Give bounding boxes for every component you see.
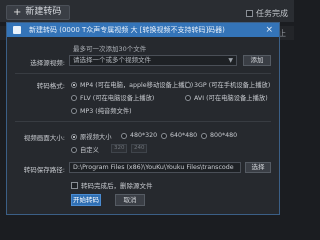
radio-icon <box>161 132 167 139</box>
task-complete-label: 任务完成 <box>256 9 288 18</box>
source-video-placeholder: 请选择一个或多个视频文件 <box>73 56 151 64</box>
add-button[interactable]: 添加 <box>243 55 271 66</box>
format-option-label: FLV (可在电脑设备上播放) <box>80 95 155 102</box>
start-transcode-button[interactable]: 开始转码 <box>71 194 101 206</box>
dialog-close-icon[interactable]: × <box>265 23 273 37</box>
format-option-label: AVI (可在电脑设备上播放) <box>194 95 268 102</box>
dialog-title: 新建转码 (0000 T众声专属视频 大 [转换视频不支持转码]码器) <box>29 26 225 34</box>
size-option-original[interactable]: 原视频大小 <box>71 132 111 141</box>
radio-icon <box>71 146 77 153</box>
radio-icon <box>201 132 207 139</box>
radio-icon <box>71 94 77 101</box>
format-option-label: MP3 (纯音频文件) <box>80 108 132 115</box>
format-option-mp4[interactable]: MP4 (可在电脑，apple移动设备上播放) <box>71 80 193 89</box>
format-option-flv[interactable]: FLV (可在电脑设备上播放) <box>71 93 154 102</box>
custom-height-input[interactable]: 240 <box>131 144 147 153</box>
source-video-select[interactable]: 请选择一个或多个视频文件 ▼ <box>69 55 237 66</box>
size-option-640x480[interactable]: 640*480 <box>161 132 197 139</box>
divider <box>15 73 271 74</box>
radio-icon <box>71 133 77 140</box>
browse-button[interactable]: 选择 <box>245 162 271 173</box>
format-option-mp3[interactable]: MP3 (纯音频文件) <box>71 106 132 115</box>
size-option-480x320[interactable]: 480*320 <box>121 132 157 139</box>
size-option-label: 640*480 <box>170 132 198 139</box>
radio-icon <box>71 107 77 114</box>
size-option-800x480[interactable]: 800*480 <box>201 132 237 139</box>
format-option-label: MP4 (可在电脑，apple移动设备上播放) <box>80 82 194 89</box>
new-transcode-label: 新建转码 <box>25 7 62 17</box>
format-option-avi[interactable]: AVI (可在电脑设备上播放) <box>185 93 268 102</box>
radio-icon <box>185 94 191 101</box>
size-option-label: 原视频大小 <box>80 134 112 141</box>
dialog-titlebar[interactable]: 新建转码 (0000 T众声专属视频 大 [转换视频不支持转码]码器) × <box>7 23 279 37</box>
select-video-label: 选择源视频: <box>30 59 65 67</box>
new-transcode-dialog: 新建转码 (0000 T众声专属视频 大 [转换视频不支持转码]码器) × 最多… <box>6 22 280 215</box>
plus-icon: + <box>13 7 22 18</box>
radio-icon <box>121 132 127 139</box>
new-transcode-button[interactable]: + 新建转码 <box>6 5 71 20</box>
format-label: 转码格式: <box>36 82 65 90</box>
radio-icon <box>71 81 77 88</box>
chevron-down-icon: ▼ <box>228 57 233 64</box>
max-files-hint: 最多可一次添加30个文件 <box>73 45 147 53</box>
size-option-label: 480*320 <box>130 132 158 139</box>
size-option-label: 自定义 <box>80 147 99 154</box>
delete-after-label: 转码完成后，删除源文件 <box>81 182 153 190</box>
app-logo-icon <box>13 26 21 34</box>
custom-width-input[interactable]: 320 <box>111 144 127 153</box>
radio-icon <box>185 81 191 88</box>
format-option-3gp[interactable]: 3GP (可在手机设备上播放) <box>185 80 270 89</box>
divider <box>15 121 271 122</box>
cancel-button[interactable]: 取消 <box>115 194 145 206</box>
save-path-label: 转码保存路径: <box>23 166 65 174</box>
task-complete-checkbox[interactable] <box>246 10 253 17</box>
delete-after-option[interactable]: 转码完成后，删除源文件 <box>71 180 153 190</box>
app-toolbar: + 新建转码 任务完成 <box>0 0 294 22</box>
delete-after-checkbox[interactable] <box>71 181 78 189</box>
task-complete-option[interactable]: 任务完成 <box>246 8 288 19</box>
format-option-label: 3GP (可在手机设备上播放) <box>194 82 271 89</box>
size-label: 视频画面大小: <box>23 134 65 142</box>
size-option-custom[interactable]: 自定义 <box>71 145 99 154</box>
size-option-label: 800*480 <box>210 132 238 139</box>
save-path-input[interactable]: D:\Program Files (x86)\YouKu\Youku Files… <box>69 162 241 173</box>
